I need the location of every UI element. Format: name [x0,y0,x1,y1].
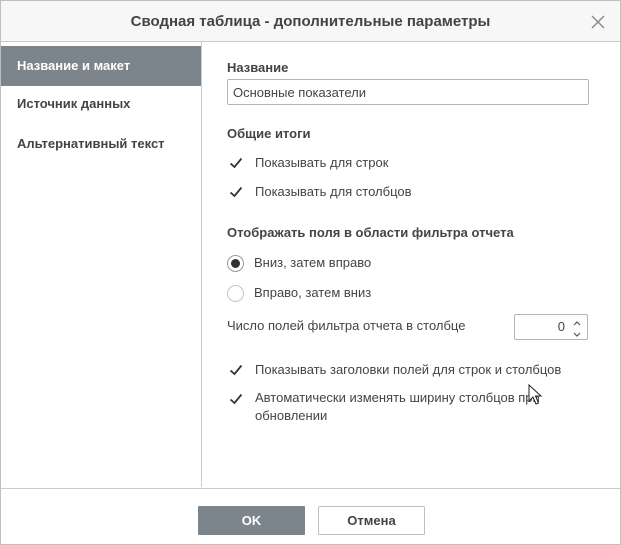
dialog-title: Сводная таблица - дополнительные парамет… [130,13,491,30]
dialog-footer: OK Отмена [1,488,620,544]
totals-rows-checkbox[interactable] [227,154,245,172]
sidebar: Название и макет Источник данных Альтерн… [1,42,202,487]
close-icon [591,15,605,29]
filter-over-then-down-option[interactable]: Вправо, затем вниз [227,282,371,304]
cancel-button[interactable]: Отмена [318,506,425,535]
chevron-down-icon [573,332,581,337]
filter-section-label: Отображать поля в области фильтра отчета [227,225,514,240]
show-field-headers-label: Показывать заголовки полей для строк и с… [255,362,562,377]
fields-per-column-label: Число полей фильтра отчета в столбце [227,318,466,333]
totals-rows-label: Показывать для строк [255,155,389,170]
totals-columns-checkbox[interactable] [227,183,245,201]
name-section-label: Название [227,60,289,75]
checkmark-icon [229,393,243,405]
totals-columns-option[interactable]: Показывать для столбцов [227,181,412,203]
filter-over-then-down-radio[interactable] [227,284,244,302]
autofit-columns-checkbox[interactable] [227,390,245,408]
checkmark-icon [229,364,243,376]
pivot-name-input[interactable] [227,79,589,105]
filter-down-then-over-option[interactable]: Вниз, затем вправо [227,252,371,274]
filter-down-then-over-radio[interactable] [227,254,244,272]
radio-selected-dot [231,258,240,268]
filter-over-then-down-label: Вправо, затем вниз [254,285,372,300]
settings-panel: Название Общие итоги Показывать для стро… [203,42,620,487]
ok-button[interactable]: OK [198,506,305,535]
show-field-headers-option[interactable]: Показывать заголовки полей для строк и с… [227,359,561,381]
fields-per-column-stepper[interactable]: 0 [514,314,588,340]
filter-down-then-over-label: Вниз, затем вправо [254,255,372,270]
totals-section-label: Общие итоги [227,126,311,141]
totals-rows-option[interactable]: Показывать для строк [227,152,388,174]
checkmark-icon [229,157,243,169]
show-field-headers-checkbox[interactable] [227,361,245,379]
totals-columns-label: Показывать для столбцов [255,184,412,199]
stepper-increment-button[interactable] [571,316,583,327]
close-button[interactable] [586,10,610,34]
pivot-settings-dialog: Сводная таблица - дополнительные парамет… [0,0,621,545]
sidebar-item-name-and-layout[interactable]: Название и макет [1,46,201,86]
autofit-columns-option[interactable]: Автоматически изменять ширину столбцов п… [227,389,595,425]
checkmark-icon [229,186,243,198]
autofit-columns-label: Автоматически изменять ширину столбцов п… [255,390,540,423]
sidebar-item-alt-text[interactable]: Альтернативный текст [1,124,201,164]
sidebar-item-data-source[interactable]: Источник данных [1,84,201,124]
fields-per-column-value[interactable]: 0 [558,315,565,339]
dialog-titlebar: Сводная таблица - дополнительные парамет… [1,1,620,42]
stepper-decrement-button[interactable] [571,327,583,338]
